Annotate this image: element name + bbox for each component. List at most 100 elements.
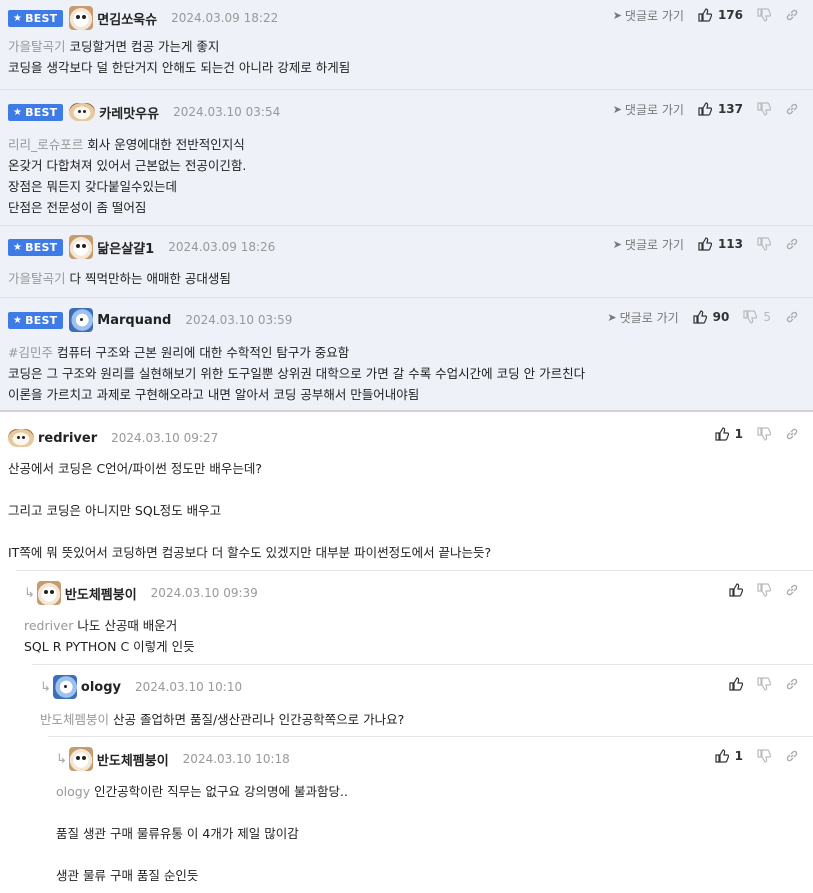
- downvote-button[interactable]: [757, 237, 771, 251]
- reply-arrow-icon: ↳: [56, 751, 67, 767]
- avatar[interactable]: [69, 235, 94, 259]
- star-icon: ★: [13, 106, 23, 118]
- downvote-button[interactable]: [757, 427, 771, 441]
- thumbs-down-icon: [757, 749, 771, 763]
- avatar[interactable]: [69, 103, 96, 121]
- thumbs-up-icon: [693, 310, 707, 324]
- comment-body: #김민주 컴퓨터 구조와 근본 원리에 대한 수학적인 탐구가 중요함 코딩은 그…: [8, 345, 586, 402]
- nickname[interactable]: 반도체펨붕이: [97, 750, 169, 769]
- link-icon[interactable]: [785, 310, 799, 324]
- navigation-arrow-icon: ➤: [612, 237, 622, 251]
- comment-body: 산공에서 코딩은 C언어/파이썬 정도만 배우는데? 그리고 코딩은 아니지만 …: [8, 461, 492, 560]
- upvote-button[interactable]: 1: [715, 749, 743, 763]
- goto-comment-link[interactable]: ➤ 댓글로 가기: [607, 309, 678, 326]
- link-icon[interactable]: [785, 749, 799, 763]
- mention[interactable]: ology: [56, 784, 90, 799]
- best-comment: ★ BEST Marquand 2024.03.10 03:59 ➤ 댓글로 가기 …: [0, 298, 813, 412]
- downvote-button[interactable]: [757, 583, 771, 597]
- best-badge: ★ BEST: [8, 9, 64, 27]
- mention[interactable]: 리리_로슈포르: [8, 137, 83, 152]
- avatar[interactable]: [52, 675, 77, 699]
- reply: ↳ 반도체펨붕이 2024.03.10 09:39 redriver 나도 산공때…: [16, 571, 813, 664]
- link-icon[interactable]: [785, 237, 799, 251]
- nickname[interactable]: 면김쏘욱슈: [97, 9, 157, 28]
- avatar[interactable]: [36, 581, 61, 605]
- link-icon[interactable]: [785, 677, 799, 691]
- timestamp: 2024.03.10 03:54: [173, 105, 281, 119]
- timestamp: 2024.03.10 10:18: [182, 752, 290, 766]
- nickname[interactable]: Marquand: [97, 313, 171, 328]
- goto-comment-link[interactable]: ➤ 댓글로 가기: [613, 101, 684, 118]
- nickname[interactable]: 닮은살걀1: [97, 238, 154, 257]
- upvote-button[interactable]: [729, 677, 743, 691]
- reply-arrow-icon: ↳: [40, 679, 51, 695]
- upvote-button[interactable]: 176: [698, 8, 743, 22]
- thumbs-down-icon: [757, 237, 771, 251]
- timestamp: 2024.03.10 09:39: [150, 586, 258, 600]
- thumbs-up-icon: [715, 427, 729, 441]
- upvote-button[interactable]: 90: [693, 310, 729, 324]
- downvote-button[interactable]: [757, 102, 771, 116]
- link-icon[interactable]: [785, 8, 799, 22]
- avatar[interactable]: [68, 747, 93, 771]
- goto-comment-link[interactable]: ➤ 댓글로 가기: [613, 236, 684, 253]
- downvote-button[interactable]: [757, 8, 771, 22]
- mention[interactable]: 가을탈곡기: [8, 271, 66, 286]
- comment-body: 가을탈곡기 코딩할거면 컴공 가는게 좋지 코딩을 생각보다 덜 한단거지 안해도…: [8, 39, 351, 75]
- downvote-button[interactable]: [757, 749, 771, 763]
- thumbs-up-icon: [715, 749, 729, 763]
- thumbs-down-icon: [757, 583, 771, 597]
- thumbs-up-icon: [729, 583, 743, 597]
- upvote-button[interactable]: 137: [698, 102, 743, 116]
- comment-body: 가을탈곡기 다 찍먹만하는 애매한 공대생됨: [8, 271, 231, 286]
- timestamp: 2024.03.09 18:26: [168, 240, 276, 254]
- reply: ↳ ology 2024.03.10 10:10 반도체펨붕이 산공 졸업하면 품…: [32, 665, 813, 736]
- thumbs-up-icon: [698, 8, 712, 22]
- star-icon: ★: [13, 241, 23, 253]
- nickname[interactable]: redriver: [38, 431, 97, 446]
- navigation-arrow-icon: ➤: [612, 8, 622, 22]
- mention[interactable]: 가을탈곡기: [8, 39, 66, 54]
- timestamp: 2024.03.10 03:59: [185, 313, 293, 327]
- best-badge: ★ BEST: [8, 311, 64, 329]
- avatar[interactable]: [69, 6, 94, 30]
- timestamp: 2024.03.10 09:27: [111, 431, 219, 445]
- thumbs-down-icon: [757, 8, 771, 22]
- best-comment: ★ BEST 카레맛우유 2024.03.10 03:54 ➤ 댓글로 가기 137…: [0, 90, 813, 226]
- comment-body: redriver 나도 산공때 배운거 SQL R PYTHON C 이렇게 인듯: [24, 618, 195, 654]
- nickname[interactable]: ology: [81, 680, 121, 695]
- downvote-button[interactable]: [757, 677, 771, 691]
- upvote-button[interactable]: 113: [698, 237, 743, 251]
- upvote-button[interactable]: [729, 583, 743, 597]
- mention[interactable]: 반도체펨붕이: [40, 712, 109, 727]
- goto-comment-link[interactable]: ➤ 댓글로 가기: [613, 7, 684, 24]
- thumbs-down-icon: [757, 102, 771, 116]
- best-comment: ★ BEST 닮은살걀1 2024.03.09 18:26 ➤ 댓글로 가기 113…: [0, 226, 813, 298]
- timestamp: 2024.03.09 18:22: [171, 11, 279, 25]
- link-icon[interactable]: [785, 427, 799, 441]
- thumbs-down-icon: [757, 427, 771, 441]
- reply-arrow-icon: ↳: [24, 585, 35, 601]
- nickname[interactable]: 카레맛우유: [99, 103, 159, 122]
- navigation-arrow-icon: ➤: [612, 102, 622, 116]
- best-badge: ★ BEST: [8, 103, 64, 121]
- comment-body: ology 인간공학이란 직무는 없구요 강의명에 불과함당.. 품질 생관 구매…: [56, 784, 348, 883]
- downvote-button[interactable]: 5: [743, 310, 771, 324]
- link-icon[interactable]: [785, 102, 799, 116]
- star-icon: ★: [13, 12, 23, 24]
- mention[interactable]: #김민주: [8, 345, 53, 360]
- star-icon: ★: [13, 314, 23, 326]
- avatar[interactable]: [69, 308, 94, 332]
- navigation-arrow-icon: ➤: [607, 310, 617, 324]
- mention[interactable]: redriver: [24, 618, 73, 633]
- avatar[interactable]: [8, 429, 34, 447]
- best-comment: ★ BEST 면김쏘욱슈 2024.03.09 18:22 ➤ 댓글로 가기 176…: [0, 0, 813, 90]
- thumbs-down-icon: [743, 310, 758, 324]
- link-icon[interactable]: [785, 583, 799, 597]
- thumbs-up-icon: [729, 677, 743, 691]
- timestamp: 2024.03.10 10:10: [135, 680, 243, 694]
- upvote-button[interactable]: 1: [715, 427, 743, 441]
- nickname[interactable]: 반도체펨붕이: [65, 584, 137, 603]
- comment: redriver 2024.03.10 09:27 1 산공에서 코딩은 C언어…: [0, 418, 813, 570]
- comment-body: 리리_로슈포르 회사 운영에대한 전반적인지식 온갖거 다합쳐져 있어서 근본없는…: [8, 137, 247, 215]
